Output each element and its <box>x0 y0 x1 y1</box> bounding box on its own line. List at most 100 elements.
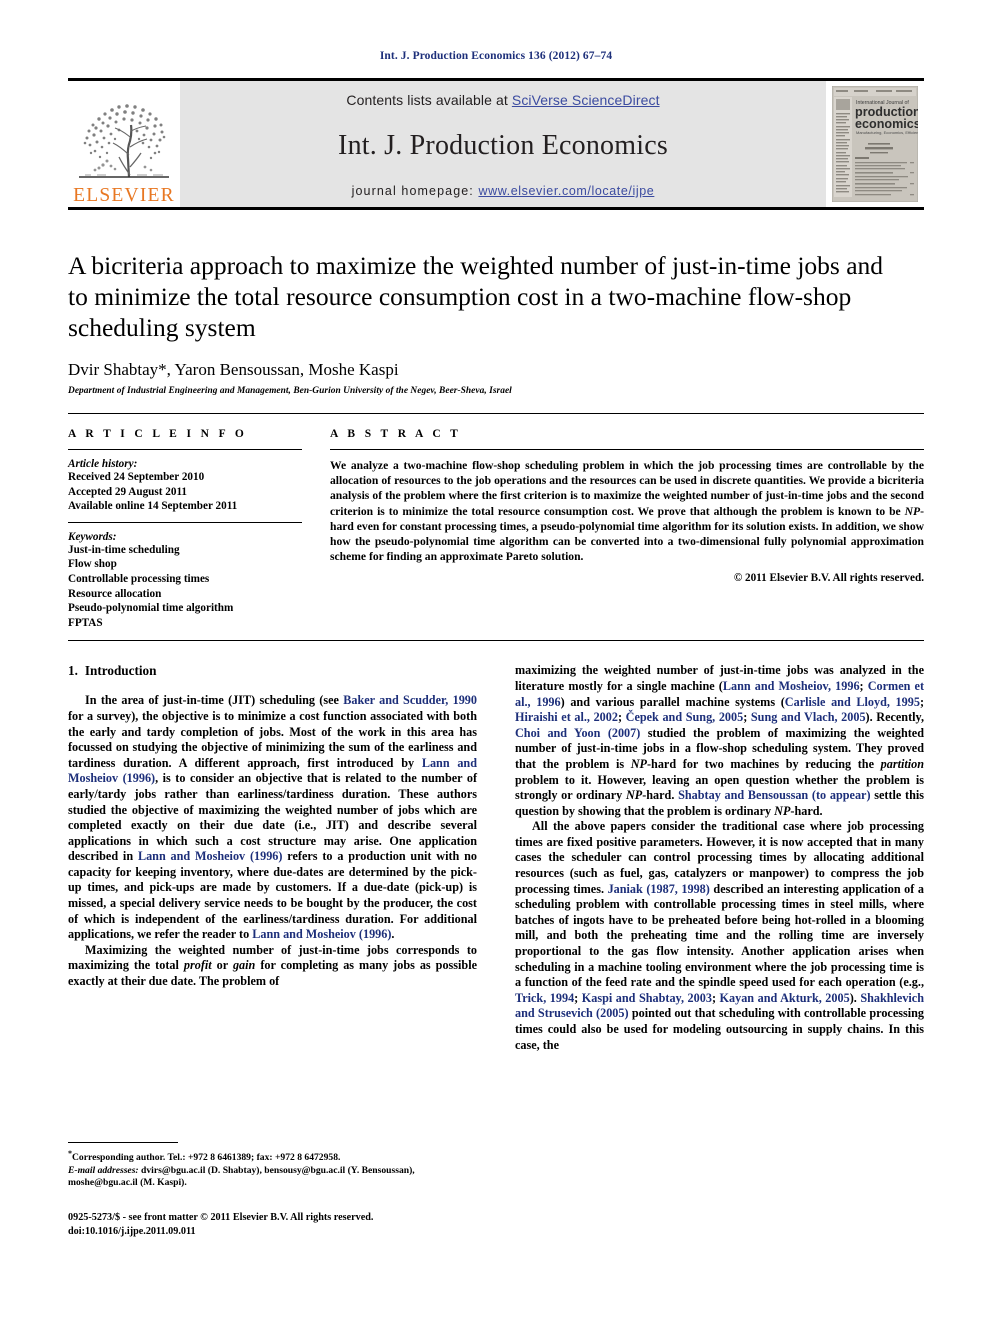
issn-copyright-block: 0925-5273/$ - see front matter © 2011 El… <box>68 1211 477 1238</box>
body-columns: 1. Introduction In the area of just-in-ti… <box>68 663 924 1053</box>
keyword-item: Controllable processing times <box>68 572 210 585</box>
abstract-np-italic: NP <box>904 504 921 518</box>
paragraph: maximizing the weighted number of just-i… <box>515 663 924 819</box>
citation-link[interactable]: Lann and Mosheiov (1996) <box>138 849 283 863</box>
email-addresses-note: E-mail addresses: dvirs@bgu.ac.il (D. Sh… <box>68 1165 477 1190</box>
citation-link[interactable]: Carlisle and Lloyd, 1995 <box>785 695 920 709</box>
section-number: 1. <box>68 663 78 679</box>
body-text: ; <box>711 990 720 1005</box>
journal-cover-icon: International Journal of production econ… <box>831 85 940 203</box>
abstract-column: A B S T R A C T We analyze a two-machine… <box>320 428 924 630</box>
keywords-label: Keywords: <box>68 530 117 543</box>
history-available-online: Available online 14 September 2011 <box>68 500 238 513</box>
article-info-heading: A R T I C L E I N F O <box>68 428 248 440</box>
emphasis-text: partition <box>880 756 924 771</box>
journal-homepage-line: journal homepage: www.elsevier.com/locat… <box>352 184 655 198</box>
email-label: E-mail addresses: <box>68 1164 139 1176</box>
issn-line: 0925-5273/$ - see front matter © 2011 El… <box>68 1212 374 1224</box>
running-head: Int. J. Production Economics 136 (2012) … <box>379 50 613 62</box>
body-text: described an interesting application of … <box>515 881 924 990</box>
body-column-right: maximizing the weighted number of just-i… <box>515 663 924 1053</box>
body-text: ). Recently, <box>865 710 924 725</box>
corresponding-author-text: Corresponding author. Tel.: +972 8 64613… <box>72 1152 341 1164</box>
keyword-item: Pseudo-polynomial time algorithm <box>68 602 234 615</box>
masthead-center: Contents lists available at SciVerse Sci… <box>180 81 826 207</box>
body-text: -hard. <box>790 803 823 818</box>
body-text: ; <box>743 710 751 725</box>
citation-link[interactable]: Baker and Scudder, 1990 <box>343 693 477 707</box>
article-page: Int. J. Production Economics 136 (2012) … <box>68 0 940 1323</box>
body-text: ; <box>617 710 626 725</box>
body-text: ). <box>849 990 861 1005</box>
body-text: ) and various parallel machine systems ( <box>560 694 785 709</box>
body-text: -hard. <box>642 788 679 803</box>
body-text: or <box>211 958 233 973</box>
history-accepted: Accepted 29 August 2011 <box>68 485 188 498</box>
doi-line: doi:10.1016/j.ijpe.2011.09.011 <box>68 1225 196 1237</box>
elsevier-logo: ELSEVIER <box>68 81 180 207</box>
citation-link[interactable]: Janiak (1987, 1998) <box>608 882 710 896</box>
article-info-column: A R T I C L E I N F O Article history: R… <box>68 428 320 630</box>
corresponding-author-note: *Corresponding author. Tel.: +972 8 6461… <box>68 1148 477 1165</box>
copyright-line: © 2011 Elsevier B.V. All rights reserved… <box>733 572 924 585</box>
keyword-item: Flow shop <box>68 558 117 571</box>
abstract-divider <box>330 449 924 450</box>
keyword-item: FPTAS <box>68 616 103 629</box>
keyword-item: Just-in-time scheduling <box>68 543 180 556</box>
info-divider-top <box>68 449 302 450</box>
emphasis-text: gain <box>232 958 256 973</box>
contents-available-line: Contents lists available at SciVerse Sci… <box>346 92 659 108</box>
homepage-prefix: journal homepage: <box>351 184 479 198</box>
info-divider-mid <box>68 521 302 523</box>
paragraph: In the area of just-in-time (JIT) schedu… <box>68 693 477 943</box>
body-text: ; <box>859 678 868 693</box>
sciencedirect-link[interactable]: SciVerse ScienceDirect <box>512 92 660 108</box>
contents-prefix: Contents lists available at <box>346 92 512 108</box>
body-text: . <box>391 927 395 942</box>
citation-link[interactable]: Kaspi and Shabtay, 2003 <box>582 991 712 1005</box>
abstract-text: We analyze a two-machine flow-shop sched… <box>330 458 924 564</box>
journal-masthead: ELSEVIER Contents lists available at Sci… <box>68 78 940 210</box>
section-heading-introduction: 1. Introduction <box>68 663 477 679</box>
author-list: Dvir Shabtay*, Yaron Bensoussan, Moshe K… <box>68 360 399 379</box>
body-text: In the area of just-in-time (JIT) schedu… <box>85 693 344 708</box>
paragraph: All the above papers consider the tradit… <box>515 819 924 1053</box>
citation-link[interactable]: Kayan and Akturk, 2005 <box>720 991 850 1005</box>
article-history-label: Article history: <box>68 458 138 470</box>
emphasis-text: profit <box>183 958 212 973</box>
history-received: Received 24 September 2010 <box>68 471 205 483</box>
citation-link[interactable]: Lann and Mosheiov, 1996 <box>723 679 860 693</box>
footnote-area: *Corresponding author. Tel.: +972 8 6461… <box>68 1142 477 1238</box>
journal-homepage-link[interactable]: www.elsevier.com/locate/ijpe <box>478 184 654 198</box>
citation-link[interactable]: Sung and Vlach, 2005 <box>751 710 866 724</box>
citation-link[interactable]: Choi and Yoon (2007) <box>515 726 640 740</box>
svg-text:economics: economics <box>855 117 918 131</box>
body-text: ; <box>574 990 582 1005</box>
page-title: A bicriteria approach to maximize the we… <box>68 251 884 342</box>
title-block: A bicriteria approach to maximize the we… <box>68 250 924 396</box>
citation-link[interactable]: Lann and Mosheiov (1996) <box>252 927 391 941</box>
citation-link[interactable]: Trick, 1994 <box>515 991 574 1005</box>
info-abstract-panel: A R T I C L E I N F O Article history: R… <box>68 413 924 642</box>
affiliation: Department of Industrial Engineering and… <box>68 386 512 396</box>
emphasis-text: NP <box>630 756 647 771</box>
body-text: -hard for two machines by reducing the <box>647 756 881 771</box>
keyword-item: Resource allocation <box>68 587 162 600</box>
body-text: for a survey), the objective is to minim… <box>68 708 477 770</box>
emphasis-text: NP <box>625 788 643 803</box>
citation-link[interactable]: Shabtay and Bensoussan (to appear) <box>678 788 870 802</box>
citation-link[interactable]: Hiraishi et al., 2002 <box>515 710 618 724</box>
elsevier-wordmark: ELSEVIER <box>73 184 175 206</box>
emphasis-text: NP <box>774 803 791 818</box>
body-text: ; <box>919 694 924 709</box>
svg-text:Manufacturing, Economics, Effi: Manufacturing, Economics, Efficiency & D… <box>856 130 918 135</box>
paragraph: Maximizing the weighted number of just-i… <box>68 943 477 990</box>
journal-title: Int. J. Production Economics <box>338 130 668 161</box>
footnote-rule <box>68 1142 178 1143</box>
elsevier-tree-icon <box>73 97 175 185</box>
citation-link[interactable]: Čepek and Sung, 2005 <box>626 710 744 724</box>
body-column-left: 1. Introduction In the area of just-in-ti… <box>68 663 477 1053</box>
abstract-part-1: We analyze a two-machine flow-shop sched… <box>330 459 924 518</box>
section-title: Introduction <box>84 663 157 679</box>
abstract-heading: A B S T R A C T <box>330 428 462 440</box>
